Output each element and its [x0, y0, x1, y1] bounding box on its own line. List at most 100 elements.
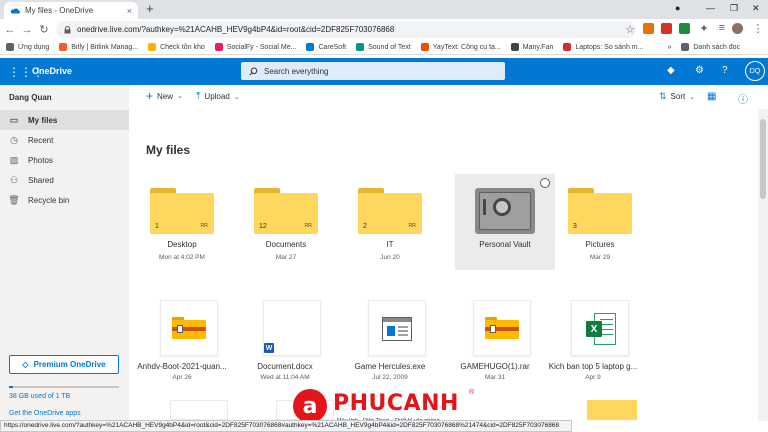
bookmarks-overflow-icon[interactable]: »: [667, 44, 671, 51]
user-name: Dang Quan: [9, 93, 52, 102]
bookmark-label: SocialFy - Social Me...: [226, 43, 297, 51]
sort-button[interactable]: ⇅ Sort ⌄: [659, 91, 695, 102]
item-name: IT: [386, 240, 394, 249]
bookmark-favicon-icon: [148, 43, 157, 51]
page-title: My files: [146, 143, 191, 157]
forward-icon[interactable]: →: [20, 24, 34, 36]
sidebar-item-shared[interactable]: ⚇ Shared: [0, 170, 129, 190]
bookmark-item[interactable]: CareSoft: [306, 43, 346, 51]
folder-tile[interactable]: 2 ᴿᴿ IT Jun 20: [340, 174, 440, 270]
help-icon[interactable]: ?: [722, 65, 728, 76]
sidebar-item-recent[interactable]: ◷ Recent: [0, 130, 129, 150]
back-icon[interactable]: ←: [3, 24, 17, 36]
folder-icon: 2 ᴿᴿ: [358, 188, 422, 234]
item-modified-date: Jun 20: [380, 254, 400, 261]
item-name: Anhdv-Boot-2021-quan...: [137, 362, 227, 371]
browser-tab[interactable]: My files - OneDrive ×: [4, 2, 138, 19]
sidebar-item-photos[interactable]: ▨ Photos: [0, 150, 129, 170]
bookmark-item[interactable]: Many.Fan: [510, 43, 553, 51]
upload-button[interactable]: ⤒ Upload ⌄: [196, 91, 240, 102]
minimize-icon[interactable]: —: [706, 3, 715, 13]
folder-icon: ▭: [9, 114, 19, 125]
bookmark-item[interactable]: Laptops: So sánh m...: [563, 43, 643, 51]
bookmark-item[interactable]: Ứng dụng: [6, 43, 49, 51]
vault-dial: [493, 198, 511, 216]
extension-icon[interactable]: [679, 23, 690, 34]
reading-list-button[interactable]: Danh sách đọc: [681, 43, 740, 51]
item-name: Desktop: [167, 240, 197, 249]
list-item[interactable]: [170, 400, 228, 420]
list-item[interactable]: [587, 400, 637, 420]
avatar[interactable]: DQ: [745, 61, 765, 81]
close-window-icon[interactable]: ✕: [752, 3, 760, 14]
folder-item-count: 3: [573, 223, 577, 230]
app-name[interactable]: OneDrive: [32, 66, 72, 76]
bookmark-item[interactable]: Bitly | Bitlink Manag...: [59, 43, 138, 51]
sidebar-item-my-files[interactable]: ▭ My files: [0, 110, 129, 130]
folder-item-count: 1: [155, 223, 159, 230]
search-icon: [249, 67, 258, 75]
reload-icon[interactable]: ↻: [37, 23, 51, 36]
profile-avatar-icon[interactable]: [732, 23, 743, 34]
url-text: onedrive.live.com/?authkey=%21ACAHB_HEV9…: [77, 25, 395, 34]
scrollbar-thumb[interactable]: [760, 119, 766, 199]
premium-onedrive-button[interactable]: ◇ Premium OneDrive: [9, 355, 119, 374]
view-grid-icon[interactable]: ▦: [707, 91, 716, 102]
chevron-down-icon: ⌄: [233, 93, 240, 101]
folder-tile[interactable]: 3 Pictures Mar 29: [550, 174, 650, 270]
archive-lock: [177, 325, 183, 333]
file-tile[interactable]: Game Hercules.exe Jul 22, 2009: [340, 300, 440, 396]
scrollbar[interactable]: [758, 109, 768, 421]
select-radio[interactable]: [540, 178, 550, 188]
bookmark-item[interactable]: SocialFy - Social Me...: [214, 43, 297, 51]
new-button[interactable]: + New ⌄: [146, 89, 183, 103]
bookmark-label: Ứng dụng: [18, 43, 50, 51]
image-icon: ▨: [9, 154, 19, 165]
bookmark-favicon-icon: [563, 43, 572, 51]
media-icon[interactable]: ≡: [715, 22, 729, 34]
info-icon[interactable]: ⓘ: [738, 91, 748, 106]
file-thumbnail: W: [263, 300, 321, 356]
extension-icon[interactable]: [643, 23, 654, 34]
bookmark-favicon-icon: [59, 43, 68, 51]
sidebar: Dang Quan ▭ My files ◷ Recent ▨ Photos ⚇ Shared…: [0, 85, 129, 432]
plus-icon: +: [146, 89, 154, 103]
item-modified-date: Wed at 11:04 AM: [260, 374, 310, 381]
extensions-puzzle-icon[interactable]: ✦: [697, 22, 711, 35]
diamond-premium-icon[interactable]: ◆: [667, 65, 675, 76]
file-tile[interactable]: Anhdv-Boot-2021-quan... Apr 26: [132, 300, 232, 396]
vault-safe-icon: [475, 188, 535, 234]
folder-tile[interactable]: 1 ᴿᴿ Desktop Mon at 4:02 PM: [132, 174, 232, 270]
excel-badge: X: [586, 321, 602, 337]
sidebar-item-label: Photos: [28, 155, 53, 165]
app-titlebar: [383, 318, 411, 322]
search-placeholder: Search everything: [264, 66, 329, 76]
file-tile[interactable]: W Document.docx Wed at 11:04 AM: [235, 300, 335, 396]
maximize-icon[interactable]: ❐: [730, 3, 738, 14]
sidebar-item-recycle-bin[interactable]: 🗑 Recycle bin: [0, 190, 129, 210]
item-name: Personal Vault: [479, 240, 531, 249]
sidebar-item-label: Recent: [28, 135, 54, 145]
bookmark-favicon-icon: [510, 43, 519, 51]
bookmark-item[interactable]: YayText: Công cụ tạ...: [420, 43, 501, 51]
get-apps-link[interactable]: Get the OneDrive apps: [9, 410, 81, 417]
search-input[interactable]: Search everything: [241, 62, 505, 80]
storage-quota-text[interactable]: 38 GB used of 1 TB: [9, 393, 70, 400]
bookmark-star-icon[interactable]: ☆: [623, 23, 637, 36]
folder-tile[interactable]: 12 ᴿᴿ Documents Mar 27: [236, 174, 336, 270]
new-tab-button[interactable]: +: [146, 2, 154, 16]
bookmark-item[interactable]: Check tồn kho: [148, 43, 205, 51]
personal-vault-tile[interactable]: Personal Vault: [455, 174, 555, 270]
tab-close-icon[interactable]: ×: [127, 6, 132, 16]
file-tile[interactable]: X Kich ban top 5 laptop g... Apr 9: [543, 300, 643, 396]
folder-body: [568, 193, 632, 234]
extension-icon[interactable]: [661, 23, 672, 34]
bookmark-item[interactable]: Sound of Text: [356, 43, 411, 51]
file-tile[interactable]: GAMEHUGO(1).rar Mar 31: [445, 300, 545, 396]
address-bar[interactable]: onedrive.live.com/?authkey=%21ACAHB_HEV9…: [56, 21, 636, 38]
browser-menu-icon[interactable]: ⋮: [751, 22, 765, 35]
gear-icon[interactable]: ⚙: [695, 65, 704, 76]
minimize-window-icon[interactable]: ●: [675, 3, 680, 13]
onedrive-header: ⋮⋮⋮ OneDrive Search everything ◆ ⚙ ? DQ: [0, 58, 768, 85]
new-label: New: [157, 91, 174, 101]
